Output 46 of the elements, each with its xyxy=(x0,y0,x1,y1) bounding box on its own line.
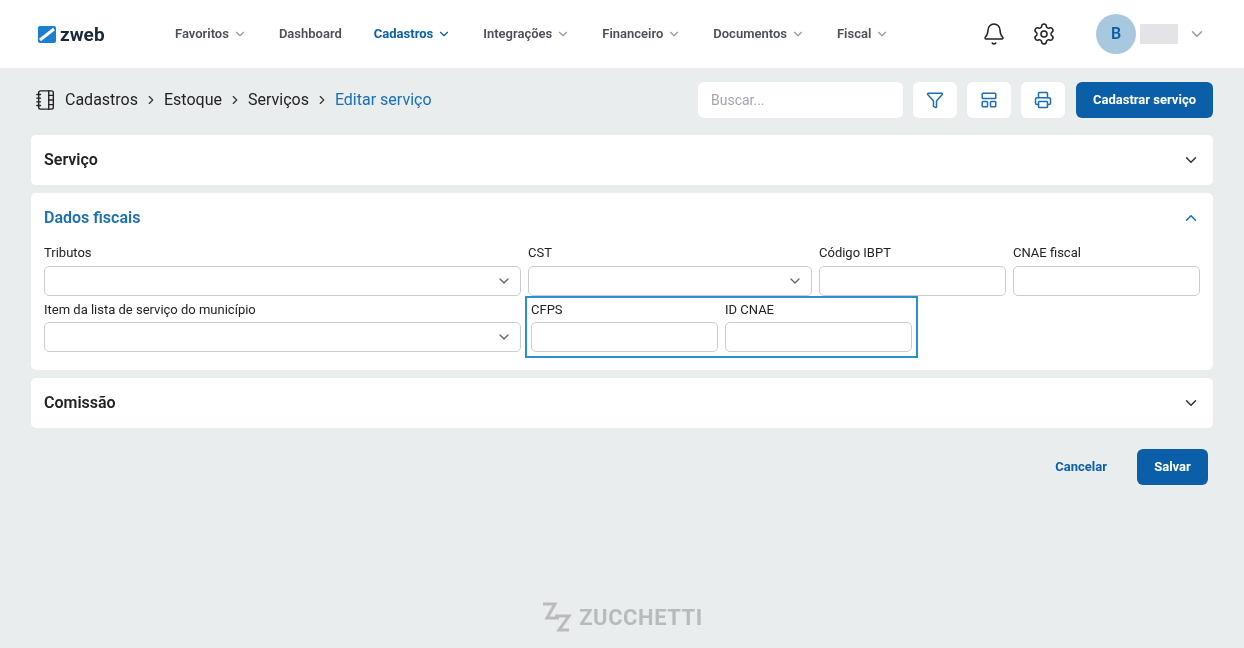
field-label: ID CNAE xyxy=(725,300,775,319)
notebook-icon xyxy=(35,89,57,111)
nav-item[interactable]: Dashboard xyxy=(278,24,342,44)
nav-item[interactable]: Documentos xyxy=(713,24,805,44)
field-label: CST xyxy=(528,244,553,262)
section-header[interactable]: Dados fiscais xyxy=(44,193,1200,243)
user-avatar[interactable]: B xyxy=(1096,14,1136,54)
nav-item[interactable]: Fiscal xyxy=(836,24,890,44)
printer-icon xyxy=(1033,91,1052,109)
select-field[interactable] xyxy=(44,322,521,352)
save-button[interactable]: Salvar xyxy=(1137,449,1208,485)
search-field[interactable]: Buscar... xyxy=(697,82,903,118)
nav-item[interactable]: Favoritos xyxy=(175,24,247,44)
cancel-link[interactable]: Cancelar xyxy=(1055,457,1107,477)
breadcrumb-item: Editar serviço xyxy=(334,89,432,111)
breadcrumb-item[interactable]: Cadastros xyxy=(65,88,138,112)
primary-button[interactable]: Cadastrar serviço xyxy=(1075,82,1213,118)
breadcrumb-item[interactable]: Estoque xyxy=(164,88,222,112)
print-button[interactable] xyxy=(1020,82,1065,118)
filter-button[interactable] xyxy=(912,82,957,118)
user-name-blur xyxy=(1140,24,1178,44)
field-label: CNAE fiscal xyxy=(1013,244,1082,262)
nav-item[interactable]: Financeiro xyxy=(602,24,682,44)
input-field[interactable] xyxy=(725,322,912,352)
notification-icon[interactable] xyxy=(982,22,1006,46)
select-field[interactable] xyxy=(528,265,812,296)
input-field[interactable] xyxy=(819,265,1006,296)
settings-icon[interactable] xyxy=(1032,22,1056,46)
field-label: Tributos xyxy=(44,244,93,262)
nav-item[interactable]: Cadastros xyxy=(373,24,452,44)
select-field[interactable] xyxy=(44,265,521,296)
zucchetti-logo-icon xyxy=(541,600,574,634)
nav-item[interactable]: Integrações xyxy=(483,24,571,44)
input-field[interactable] xyxy=(1013,265,1200,296)
field-label: Código IBPT xyxy=(819,244,892,262)
logo-icon xyxy=(38,25,56,43)
section-header[interactable]: Comissão xyxy=(44,378,1200,428)
field-label: CFPS xyxy=(531,300,564,319)
field-label: Item da lista de serviço do município xyxy=(44,300,257,319)
layout-button[interactable] xyxy=(966,82,1011,118)
breadcrumb-item[interactable]: Serviços xyxy=(247,88,309,112)
filter-icon xyxy=(925,91,944,109)
layout-icon xyxy=(979,91,998,109)
logo-text: zweb xyxy=(60,24,105,44)
input-field[interactable] xyxy=(531,322,718,352)
section-header[interactable]: Serviço xyxy=(44,135,1200,185)
